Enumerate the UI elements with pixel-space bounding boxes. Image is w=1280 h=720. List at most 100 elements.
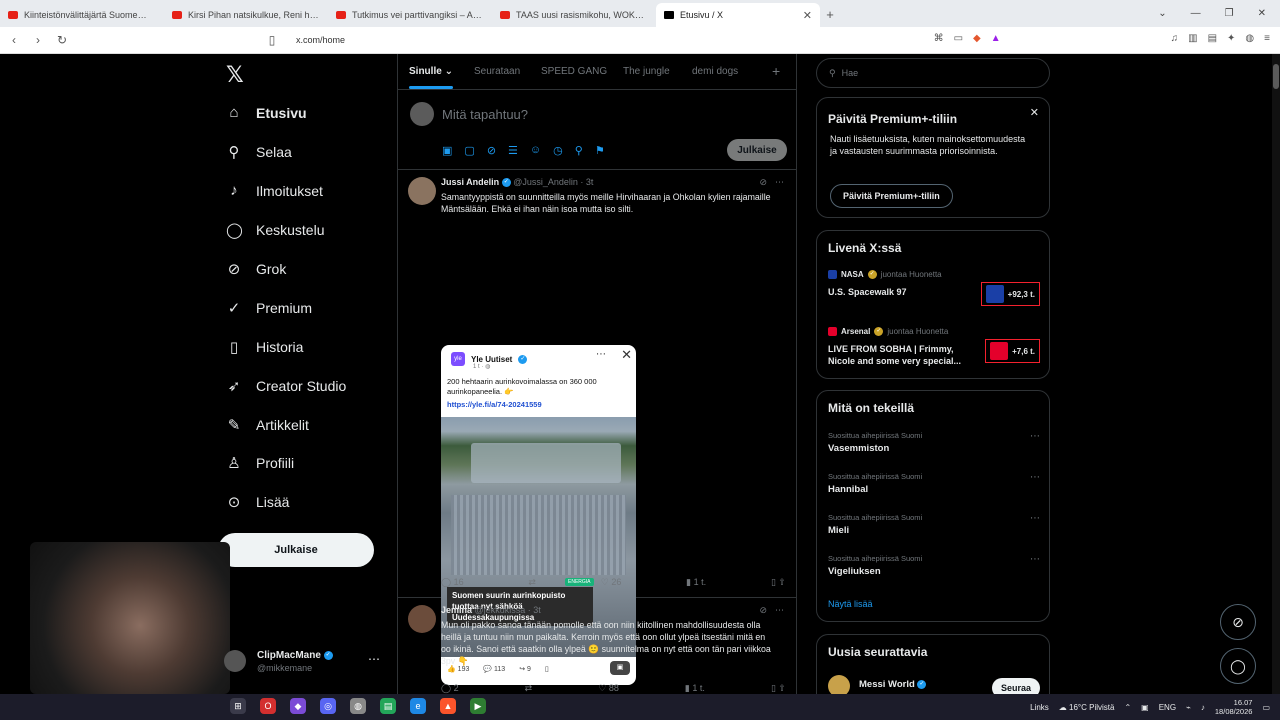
volume-icon[interactable]: ♪ — [1201, 703, 1205, 712]
discord-icon[interactable]: ◎ — [320, 698, 336, 714]
location-icon[interactable]: ⚲ — [575, 144, 583, 157]
account-switcher[interactable]: ClipMacMane ✓ @mikkemane ⋯ — [218, 644, 388, 680]
tab-demi-dogs[interactable]: demi dogs — [692, 66, 738, 77]
forward-icon[interactable]: › — [28, 33, 48, 47]
app-icon[interactable]: ▤ — [380, 698, 396, 714]
embed-link[interactable]: https://yle.fi/a/74-20241559 — [447, 400, 542, 409]
sidebar-item-explore[interactable]: ⚲ Selaa — [226, 143, 292, 161]
task-view-icon[interactable]: ⊞ — [230, 698, 246, 714]
tab-the-jungle[interactable]: The jungle — [623, 66, 670, 77]
flag-icon[interactable]: ⚑ — [595, 144, 605, 157]
sidebar-item-notifications[interactable]: ♪ Ilmoitukset — [226, 182, 323, 199]
edge-icon[interactable]: e — [410, 698, 426, 714]
avatar[interactable] — [408, 605, 436, 633]
brave-icon[interactable]: ▲ — [440, 698, 456, 714]
maximize-icon[interactable]: ❐ — [1225, 8, 1234, 19]
browser-tab-active[interactable]: Etusivu / X ✕ — [656, 3, 820, 27]
page-scrollbar[interactable] — [1272, 54, 1280, 694]
image-icon[interactable]: ▣ — [442, 144, 452, 157]
more-icon[interactable]: ⋯ — [775, 605, 784, 616]
reply-button[interactable]: ◯ 16 — [441, 577, 464, 588]
post-button[interactable]: Julkaise — [218, 533, 374, 567]
back-icon[interactable]: ‹ — [4, 33, 24, 47]
new-tab-button[interactable]: + — [820, 3, 840, 27]
bookmark-button[interactable]: ▯ ⇧ — [771, 577, 786, 588]
repost-button[interactable]: ⇄ — [525, 683, 533, 694]
more-icon[interactable]: ⋯ — [1030, 472, 1040, 483]
url-field[interactable]: x.com/home — [296, 35, 345, 45]
opera-icon[interactable]: O — [260, 698, 276, 714]
more-icon[interactable]: ⋯ — [1030, 513, 1040, 524]
tab-following[interactable]: Seurataan — [474, 66, 520, 77]
messages-fab-button[interactable]: ◯ — [1220, 648, 1256, 684]
browser-tab[interactable]: Kirsi Pihan natsikulkue, Reni heitetti..… — [164, 3, 328, 27]
bookmark-button[interactable]: ▯ ⇧ — [771, 683, 786, 694]
extensions-icon[interactable]: ✦ — [1227, 33, 1235, 44]
browser-tab[interactable]: TAAS uusi rasismikohu, WOKE-p... — [492, 3, 656, 27]
grok-icon[interactable]: ⊘ — [487, 144, 496, 157]
tab-for-you[interactable]: Sinulle ⌄ — [409, 66, 453, 89]
trend-item[interactable]: Suosittua aihepiirissä Suomi Mieli ⋯ — [828, 513, 1040, 536]
app-icon[interactable]: ◆ — [290, 698, 306, 714]
more-icon[interactable]: ⋯ — [1030, 431, 1040, 442]
browser-tab[interactable]: Tutkimus vei parttivangiksi – Atte Ka... — [328, 3, 492, 27]
more-icon[interactable]: ⋯ — [1030, 554, 1040, 565]
views-button[interactable]: ▮ 1 t. — [686, 577, 706, 588]
like-button[interactable]: ♡ 26 — [601, 577, 622, 588]
gif-icon[interactable]: ▢ — [464, 144, 474, 157]
add-tab-icon[interactable]: + — [772, 63, 780, 79]
cast-icon[interactable]: ▭ — [954, 33, 963, 44]
like-button[interactable]: ♡ 88 — [598, 683, 619, 694]
menu-icon[interactable]: ≡ — [1264, 33, 1270, 44]
trend-item[interactable]: Suosittua aihepiirissä Suomi Vasemmiston… — [828, 431, 1040, 454]
reply-button[interactable]: ◯ 2 — [441, 683, 459, 694]
x-logo-icon[interactable]: 𝕏 — [226, 62, 244, 88]
sidebar-toggle-icon[interactable]: ▥ — [1188, 33, 1197, 44]
repost-button[interactable]: ⇄ — [528, 577, 536, 588]
trend-item[interactable]: Suosittua aihepiirissä Suomi Vigeliuksen… — [828, 554, 1040, 577]
scrollbar-thumb[interactable] — [1273, 64, 1279, 89]
clock[interactable]: 16.07 18/08/2026 — [1215, 698, 1253, 716]
grok-fab-button[interactable]: ⊘ — [1220, 604, 1256, 640]
links-toolbar[interactable]: Links — [1030, 703, 1049, 712]
sidebar-item-more[interactable]: ⊙ Lisää — [226, 493, 290, 511]
search-input[interactable]: ⚲ Hae — [816, 58, 1050, 88]
minimize-icon[interactable]: — — [1191, 8, 1201, 19]
close-tab-icon[interactable]: ✕ — [803, 9, 812, 22]
tweet[interactable]: Jemina @jekkukissa · 3t ⊘ ⋯ Mun oli pakk… — [398, 599, 796, 699]
poll-icon[interactable]: ☰ — [508, 144, 518, 157]
rewards-icon[interactable]: ▲ — [991, 33, 1001, 44]
trend-item[interactable]: Suosittua aihepiirissä Suomi Hannibal ⋯ — [828, 472, 1040, 495]
sidebar-item-creator-studio[interactable]: ➶ Creator Studio — [226, 377, 347, 395]
app-icon[interactable]: ◍ — [350, 698, 366, 714]
tray-expand-icon[interactable]: ⌃ — [1124, 703, 1131, 712]
language-indicator[interactable]: ENG — [1159, 703, 1176, 712]
grok-icon[interactable]: ⊘ — [759, 177, 767, 188]
tab-speed-gang[interactable]: SPEED GANG — [541, 66, 607, 77]
more-icon[interactable]: ⋯ — [775, 177, 784, 188]
grok-icon[interactable]: ⊘ — [759, 605, 767, 616]
reload-icon[interactable]: ↻ — [52, 33, 72, 47]
compose-post-button[interactable]: Julkaise — [727, 139, 787, 161]
avatar[interactable] — [408, 177, 436, 205]
emoji-icon[interactable]: ☺ — [530, 144, 541, 157]
weather-widget[interactable]: ☁ 16°C Pilvistä — [1059, 703, 1115, 712]
schedule-icon[interactable]: ◷ — [553, 144, 563, 157]
media-icon[interactable]: ♫ — [1171, 33, 1179, 44]
vpn-icon[interactable]: ◍ — [1245, 33, 1254, 44]
tab-search-icon[interactable]: ⌄ — [1158, 8, 1166, 19]
premium-subscribe-button[interactable]: Päivitä Premium+-tiliin — [830, 184, 953, 208]
show-more-link[interactable]: Näytä lisää — [828, 599, 873, 609]
browser-tab[interactable]: Kiinteistönvälittäjärtä Suomen suosit... — [0, 3, 164, 27]
tweet[interactable]: Jussi Andelin ✓ @Jussi_Andelin · 3t ⊘ ⋯ … — [398, 171, 796, 685]
notifications-icon[interactable]: ▭ — [1262, 703, 1270, 712]
sidebar-item-home[interactable]: ⌂ Etusivu — [226, 104, 306, 121]
sidebar-item-grok[interactable]: ⊘ Grok — [226, 260, 287, 278]
bookmark-page-icon[interactable]: ▯ — [262, 33, 282, 47]
tray-icon[interactable]: ▣ — [1141, 703, 1149, 712]
sidebar-item-messages[interactable]: ◯ Keskustelu — [226, 221, 324, 239]
sidebar-item-premium[interactable]: ✓ Premium — [226, 299, 312, 317]
live-item[interactable]: NASA ✓ juontaa Huonetta U.S. Spacewalk 97 … — [828, 270, 1040, 306]
sidebar-item-bookmarks[interactable]: ▯ Historia — [226, 338, 304, 356]
compose-input[interactable]: Mitä tapahtuu? — [442, 107, 528, 122]
